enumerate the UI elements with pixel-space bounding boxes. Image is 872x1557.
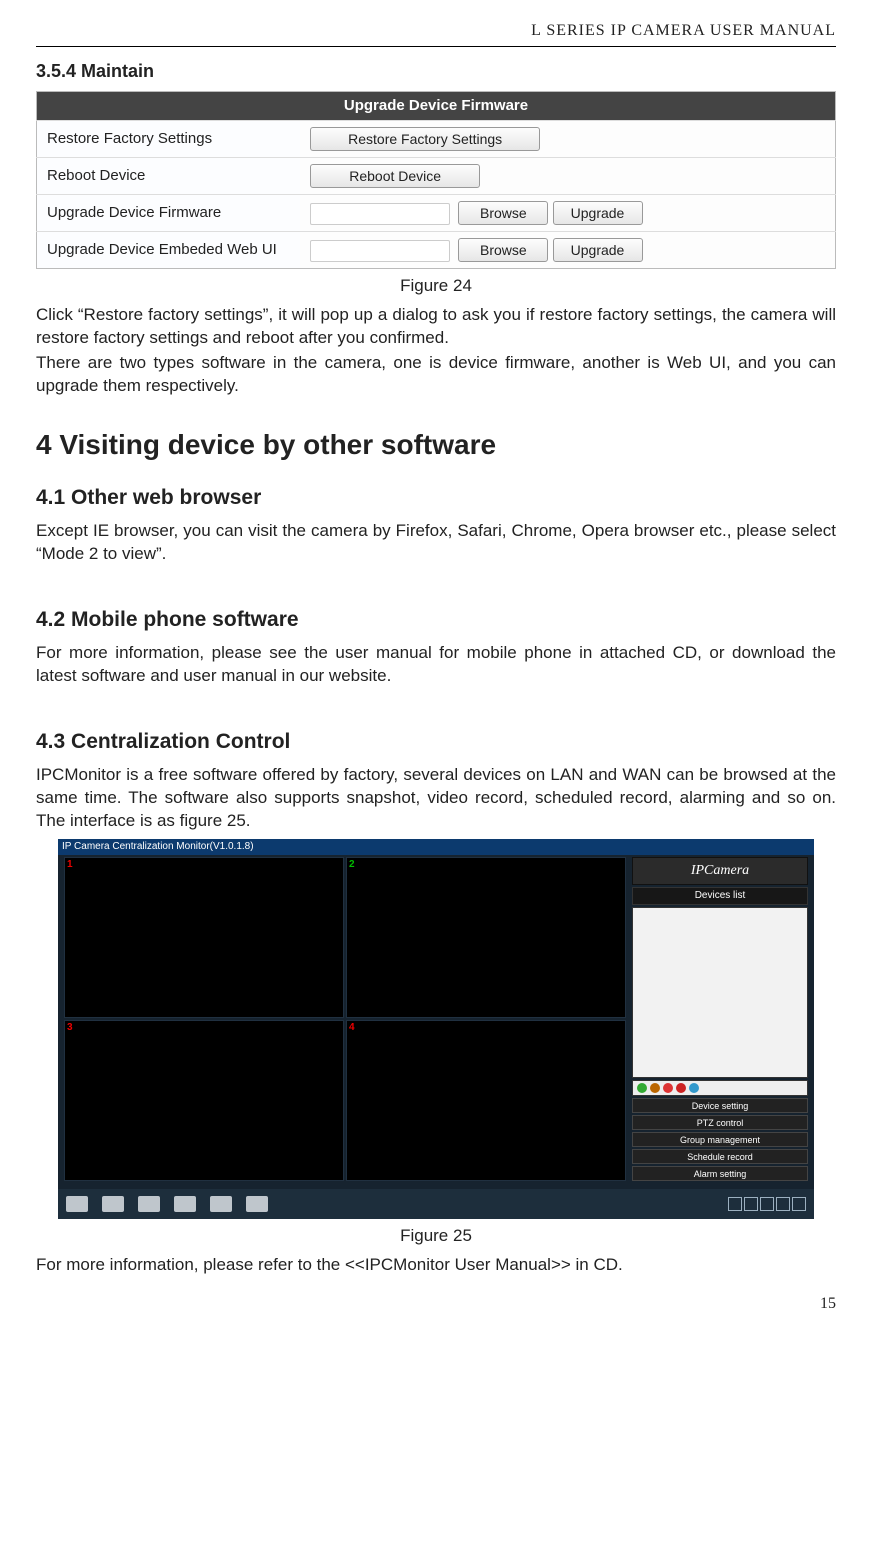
toolbar-icon-4[interactable] [174,1196,196,1212]
devices-list-header[interactable]: Devices list [632,887,808,905]
webui-browse-button[interactable]: Browse [458,238,548,262]
ipcamera-logo: IPCamera [632,857,808,885]
heading-42: 4.2 Mobile phone software [36,606,836,634]
page-number: 15 [36,1293,836,1315]
fig24-row4-label: Upgrade Device Embeded Web UI [37,232,301,269]
side-panel: IPCamera Devices list Device setting PTZ… [632,857,808,1181]
reboot-device-button[interactable]: Reboot Device [310,164,480,188]
side-icon-row[interactable] [632,1080,808,1096]
ipcmonitor-titlebar: IP Camera Centralization Monitor(V1.0.1.… [58,839,814,855]
running-header: L SERIES IP CAMERA USER MANUAL [36,20,836,47]
toolbar-icon-5[interactable] [210,1196,232,1212]
layout-buttons [728,1197,806,1211]
fig24-title: Upgrade Device Firmware [37,91,836,120]
fig24-row2-label: Reboot Device [37,158,301,195]
stop-icon[interactable] [663,1083,673,1093]
heading-chapter-4: 4 Visiting device by other software [36,426,836,464]
heading-41: 4.1 Other web browser [36,484,836,512]
bottom-toolbar [58,1189,814,1219]
add-icon[interactable] [637,1083,647,1093]
fig24-row1-label: Restore Factory Settings [37,121,301,158]
toolbar-icon-1[interactable] [66,1196,88,1212]
paragraph-43: IPCMonitor is a free software offered by… [36,764,836,833]
paragraph-ipcmonitor-manual: For more information, please refer to th… [36,1254,836,1277]
alarm-setting-button[interactable]: Alarm setting [632,1166,808,1181]
webui-path-input[interactable] [310,240,450,262]
layout-btn-1[interactable] [728,1197,742,1211]
remove-icon[interactable] [650,1083,660,1093]
refresh-icon[interactable] [689,1083,699,1093]
layout-btn-2[interactable] [744,1197,758,1211]
group-management-button[interactable]: Group management [632,1132,808,1147]
figure-25-screenshot: IP Camera Centralization Monitor(V1.0.1.… [58,839,814,1219]
toolbar-icon-3[interactable] [138,1196,160,1212]
video-pane-2[interactable]: 2 [346,857,626,1018]
restore-factory-button[interactable]: Restore Factory Settings [310,127,540,151]
figure-24-table: Upgrade Device Firmware Restore Factory … [36,91,836,269]
layout-btn-4[interactable] [776,1197,790,1211]
firmware-upgrade-button[interactable]: Upgrade [553,201,643,225]
paragraph-42: For more information, please see the use… [36,642,836,688]
paragraph-41: Except IE browser, you can visit the cam… [36,520,836,566]
video-pane-1[interactable]: 1 [64,857,344,1018]
device-setting-button[interactable]: Device setting [632,1098,808,1113]
video-pane-3[interactable]: 3 [64,1020,344,1181]
ptz-control-button[interactable]: PTZ control [632,1115,808,1130]
heading-43: 4.3 Centralization Control [36,728,836,756]
layout-btn-5[interactable] [792,1197,806,1211]
video-grid: 1 2 3 4 [64,857,626,1181]
figure-24-caption: Figure 24 [36,275,836,298]
heading-354: 3.5.4 Maintain [36,59,836,83]
schedule-record-button[interactable]: Schedule record [632,1149,808,1164]
webui-upgrade-button[interactable]: Upgrade [553,238,643,262]
devices-list[interactable] [632,907,808,1078]
layout-btn-3[interactable] [760,1197,774,1211]
paragraph-restore: Click “Restore factory settings”, it wil… [36,304,836,350]
figure-25-caption: Figure 25 [36,1225,836,1248]
video-pane-4[interactable]: 4 [346,1020,626,1181]
firmware-browse-button[interactable]: Browse [458,201,548,225]
paragraph-firmware-types: There are two types software in the came… [36,352,836,398]
toolbar-icon-6[interactable] [246,1196,268,1212]
toolbar-icon-2[interactable] [102,1196,124,1212]
delete-icon[interactable] [676,1083,686,1093]
fig24-row3-label: Upgrade Device Firmware [37,195,301,232]
firmware-path-input[interactable] [310,203,450,225]
